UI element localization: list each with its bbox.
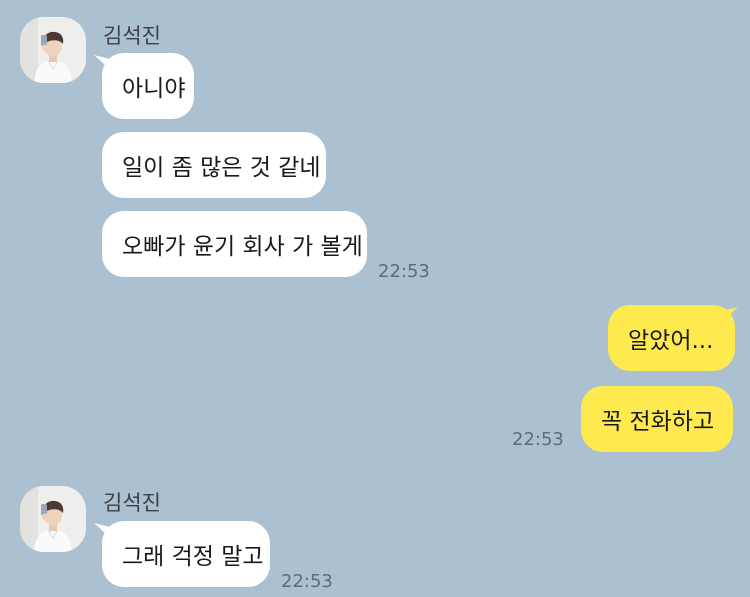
profile-photo-icon (20, 17, 86, 83)
message-text: 꼭 전화하고 (601, 409, 715, 435)
profile-photo-icon (20, 486, 86, 552)
message-text: 아니야 (122, 76, 186, 102)
message-text: 일이 좀 많은 것 같네 (122, 155, 321, 181)
message-bubble[interactable]: 아니야 (102, 53, 194, 119)
sender-avatar[interactable] (20, 486, 86, 552)
message-bubble[interactable]: 오빠가 윤기 회사 가 볼게 (102, 211, 367, 277)
sender-avatar[interactable] (20, 17, 86, 83)
message-bubble[interactable]: 그래 걱정 말고 (102, 521, 270, 587)
message-timestamp: 22:53 (512, 429, 564, 450)
message-timestamp: 22:53 (281, 571, 333, 592)
message-bubble[interactable]: 꼭 전화하고 (581, 386, 733, 452)
message-bubble[interactable]: 알았어... (608, 305, 735, 371)
message-text: 그래 걱정 말고 (122, 544, 264, 570)
message-text: 오빠가 윤기 회사 가 볼게 (122, 234, 363, 260)
message-bubble[interactable]: 일이 좀 많은 것 같네 (102, 132, 326, 198)
sender-name: 김석진 (103, 24, 161, 48)
message-timestamp: 22:53 (378, 261, 430, 282)
sender-name: 김석진 (103, 491, 161, 515)
message-text: 알았어... (628, 328, 714, 354)
